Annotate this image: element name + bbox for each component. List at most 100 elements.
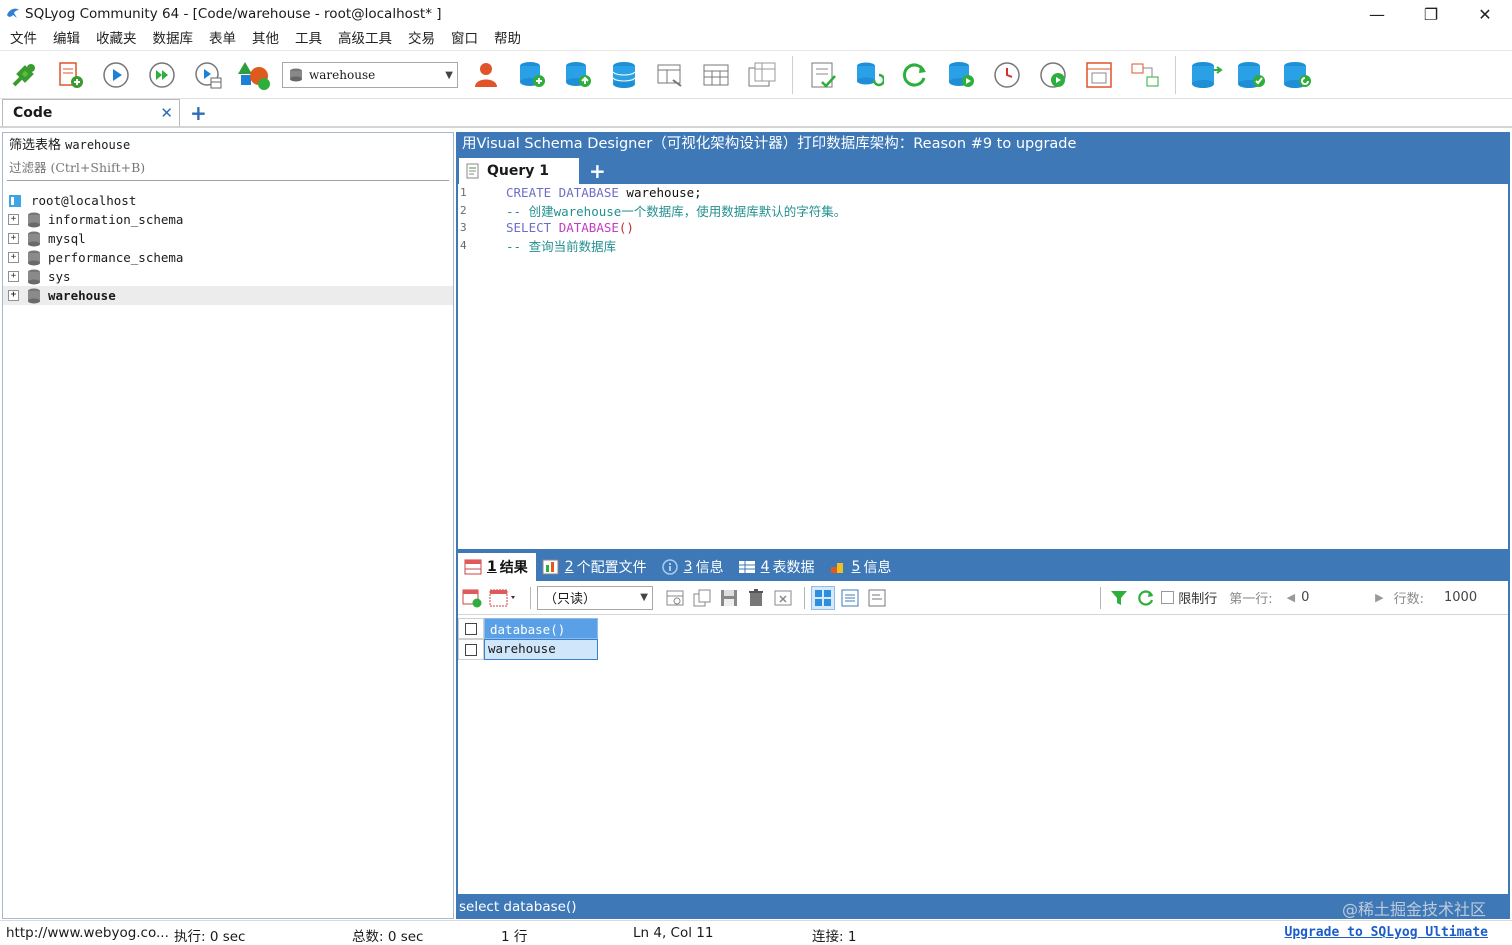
add-filter-button[interactable] bbox=[663, 586, 687, 610]
play-icon bbox=[103, 62, 129, 88]
query-pane: 用Visual Schema Designer（可视化架构设计器）打印数据库架构… bbox=[456, 132, 1510, 919]
data-sync-button[interactable] bbox=[1234, 57, 1270, 93]
menu-tools[interactable]: 工具 bbox=[287, 28, 330, 50]
expand-icon[interactable]: + bbox=[8, 252, 19, 263]
text-view-button[interactable] bbox=[865, 586, 889, 610]
query-tab-bar: Query 1 + bbox=[456, 156, 1510, 184]
next-page-icon[interactable]: ▶ bbox=[1375, 591, 1383, 604]
result-mode-select[interactable]: （只读） ▼ bbox=[537, 585, 653, 610]
expand-icon[interactable]: + bbox=[8, 290, 19, 301]
new-query-tab-button[interactable]: + bbox=[589, 158, 606, 184]
tree-item-database[interactable]: + performance_schema bbox=[3, 248, 453, 267]
database-sync-button[interactable] bbox=[606, 57, 642, 93]
first-row-input[interactable]: 0 bbox=[1295, 587, 1375, 609]
result-tab-3[interactable]: 3 信息 bbox=[655, 553, 732, 581]
result-tab-1[interactable]: 1 结果 bbox=[458, 553, 536, 581]
row-count-input[interactable]: 1000 bbox=[1438, 587, 1508, 609]
menu-help[interactable]: 帮助 bbox=[486, 28, 529, 50]
schema-designer-button[interactable] bbox=[236, 57, 272, 93]
table-cell[interactable]: warehouse bbox=[484, 639, 598, 660]
status-url[interactable]: http://www.webyog.co... bbox=[6, 925, 169, 941]
filter-input[interactable]: 过滤器 (Ctrl+Shift+B) bbox=[7, 157, 449, 181]
export-menu-button[interactable] bbox=[487, 586, 521, 610]
new-connection-button[interactable] bbox=[6, 57, 42, 93]
minimize-button[interactable]: — bbox=[1350, 0, 1404, 28]
new-connection-tab-button[interactable]: + bbox=[190, 100, 207, 126]
restore-button[interactable]: ❐ bbox=[1404, 0, 1458, 28]
menu-file[interactable]: 文件 bbox=[2, 28, 45, 50]
schema-compare-button[interactable] bbox=[1127, 57, 1163, 93]
connection-tab-code[interactable]: Code ✕ bbox=[2, 99, 180, 126]
menu-favorites[interactable]: 收藏夹 bbox=[88, 28, 145, 50]
prev-page-icon[interactable]: ◀ bbox=[1287, 591, 1295, 604]
tree-item-label: sys bbox=[48, 269, 71, 284]
expand-icon[interactable]: + bbox=[8, 214, 19, 225]
database-sync-wizard-button[interactable] bbox=[1188, 57, 1224, 93]
query-builder-button[interactable] bbox=[805, 57, 841, 93]
create-database-button[interactable] bbox=[514, 57, 550, 93]
save-changes-button[interactable] bbox=[717, 586, 741, 610]
upgrade-link[interactable]: Upgrade to SQLyog Ultimate bbox=[1285, 925, 1489, 940]
result-tab-4[interactable]: 4 表数据 bbox=[732, 553, 823, 581]
grid-view-button[interactable] bbox=[811, 585, 835, 610]
table-structure-button[interactable] bbox=[652, 57, 688, 93]
delete-row-button[interactable] bbox=[744, 586, 768, 610]
form-view-button[interactable] bbox=[838, 586, 862, 610]
tree-item-database[interactable]: + information_schema bbox=[3, 210, 453, 229]
job-agent-button[interactable] bbox=[1035, 57, 1071, 93]
menu-bar: 文件 编辑 收藏夹 数据库 表单 其他 工具 高级工具 交易 窗口 帮助 bbox=[0, 28, 1512, 51]
close-tab-icon[interactable]: ✕ bbox=[160, 104, 173, 122]
shapes-icon bbox=[238, 62, 270, 90]
expand-icon[interactable]: + bbox=[8, 271, 19, 282]
import-data-button[interactable] bbox=[851, 57, 887, 93]
close-window-button[interactable]: ✕ bbox=[1458, 0, 1512, 28]
menu-database[interactable]: 数据库 bbox=[145, 28, 202, 50]
user-manager-button[interactable] bbox=[468, 57, 504, 93]
menu-edit[interactable]: 编辑 bbox=[45, 28, 88, 50]
sql-keyword: SELECT bbox=[506, 220, 552, 236]
menu-others[interactable]: 其他 bbox=[244, 28, 287, 50]
migration-button[interactable] bbox=[1280, 57, 1316, 93]
upgrade-banner[interactable]: 用Visual Schema Designer（可视化架构设计器）打印数据库架构… bbox=[456, 132, 1510, 156]
toolbar-separator bbox=[530, 586, 531, 609]
database-add-icon bbox=[520, 62, 545, 87]
restore-database-button[interactable] bbox=[943, 57, 979, 93]
main-toolbar: warehouse ▼ bbox=[0, 52, 1512, 99]
tree-item-database[interactable]: + mysql bbox=[3, 229, 453, 248]
cancel-changes-button[interactable] bbox=[771, 586, 795, 610]
refresh-results-button[interactable] bbox=[1134, 586, 1158, 610]
sql-editor[interactable]: 1 CREATE DATABASE warehouse; 2 -- 创建ware… bbox=[458, 184, 1508, 549]
scheduler-button[interactable] bbox=[989, 57, 1025, 93]
tree-root-connection[interactable]: root@localhost bbox=[3, 191, 453, 210]
insert-row-button[interactable] bbox=[460, 586, 484, 610]
execute-and-edit-button[interactable] bbox=[190, 57, 226, 93]
filter-button[interactable] bbox=[1107, 586, 1131, 610]
execute-all-button[interactable] bbox=[144, 57, 180, 93]
refresh-button[interactable] bbox=[897, 57, 933, 93]
menu-table[interactable]: 表单 bbox=[201, 28, 244, 50]
select-all-checkbox[interactable] bbox=[458, 618, 484, 639]
tree-item-database[interactable]: + sys bbox=[3, 267, 453, 286]
database-icon bbox=[28, 269, 40, 284]
column-header[interactable]: database() bbox=[484, 618, 598, 639]
result-tab-5[interactable]: 5 信息 bbox=[823, 553, 900, 581]
menu-advanced-tools[interactable]: 高级工具 bbox=[330, 28, 400, 50]
menu-window[interactable]: 窗口 bbox=[443, 28, 486, 50]
query-tab-1[interactable]: Query 1 bbox=[459, 158, 579, 184]
table-data-button[interactable] bbox=[698, 57, 734, 93]
row-checkbox[interactable] bbox=[458, 639, 484, 660]
database-selector[interactable]: warehouse ▼ bbox=[282, 62, 458, 88]
backup-database-button[interactable] bbox=[560, 57, 596, 93]
menu-transaction[interactable]: 交易 bbox=[400, 28, 443, 50]
new-query-editor-button[interactable] bbox=[52, 57, 88, 93]
table-row[interactable]: warehouse bbox=[458, 639, 1508, 660]
schema-view-button[interactable] bbox=[1081, 57, 1117, 93]
limit-rows-checkbox[interactable] bbox=[1161, 591, 1175, 604]
result-tab-2[interactable]: 2 个配置文件 bbox=[536, 553, 655, 581]
tree-item-database-selected[interactable]: + warehouse bbox=[3, 286, 453, 305]
table-copy-button[interactable] bbox=[744, 57, 780, 93]
expand-icon[interactable]: + bbox=[8, 233, 19, 244]
execute-query-button[interactable] bbox=[98, 57, 134, 93]
sql-text: warehouse; bbox=[618, 185, 702, 201]
duplicate-row-button[interactable] bbox=[690, 586, 714, 610]
